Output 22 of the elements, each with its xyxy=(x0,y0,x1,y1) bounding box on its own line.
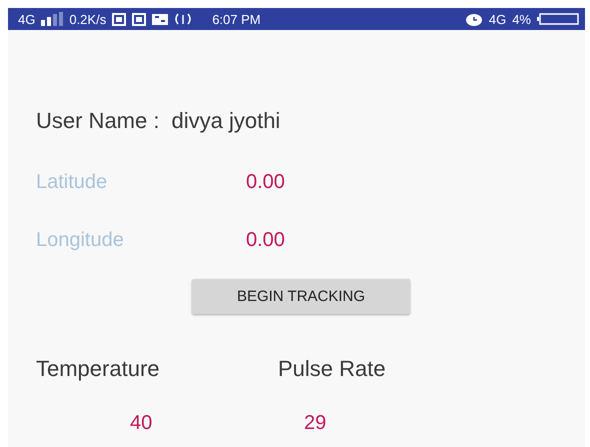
signal-icon xyxy=(41,12,64,26)
vital-value: 40 xyxy=(130,412,154,435)
hotspot-icon xyxy=(174,12,192,26)
data-type: 4G xyxy=(488,12,506,26)
vital-label: Temperature xyxy=(36,356,161,382)
alarm-icon xyxy=(464,12,483,26)
battery-percent: 4% xyxy=(512,12,531,26)
sim-icon xyxy=(112,12,126,26)
coordinate-value: 0.00 xyxy=(246,170,285,194)
battery-icon xyxy=(537,13,579,25)
vital-value: 29 xyxy=(304,412,328,435)
coordinate-label: Longitude xyxy=(36,228,125,252)
coordinate-value: 0.00 xyxy=(246,228,285,252)
user-name-value: divya jyothi xyxy=(171,108,280,135)
clock: 6:07 PM xyxy=(212,12,261,26)
user-name-label: User Name : xyxy=(36,108,160,135)
network-speed: 0.2K/s xyxy=(69,12,106,26)
begin-tracking-button[interactable]: BEGIN TRACKING xyxy=(192,279,410,314)
sim-icon xyxy=(132,12,146,26)
vital-label: Pulse Rate xyxy=(278,356,387,382)
coordinate-label: Latitude xyxy=(36,170,108,194)
network-type: 4G xyxy=(18,12,36,26)
